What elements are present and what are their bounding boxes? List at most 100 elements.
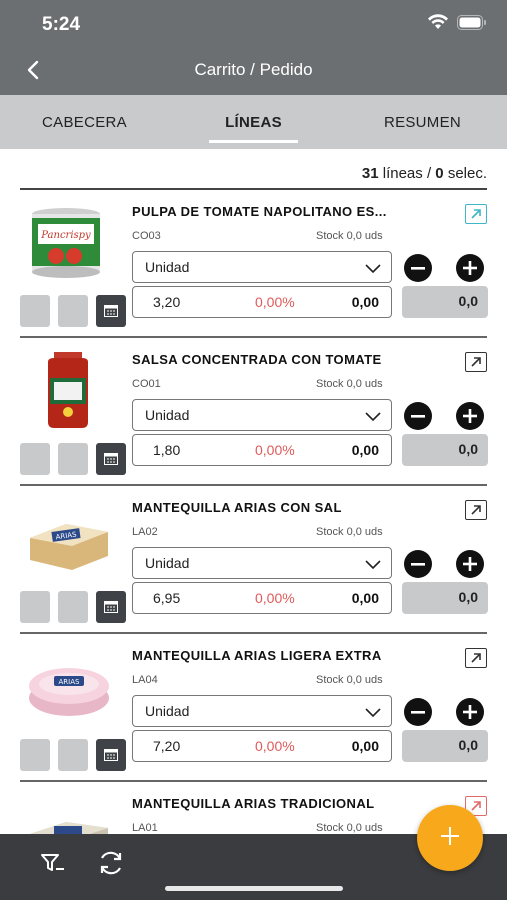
action-slot-1[interactable] xyxy=(20,295,50,327)
discount-percent: 0,00% xyxy=(255,738,295,754)
unit-select[interactable]: Unidad xyxy=(132,547,392,579)
unit-select[interactable]: Unidad xyxy=(132,399,392,431)
decrement-button[interactable] xyxy=(404,550,432,578)
battery-icon xyxy=(457,14,487,30)
home-indicator xyxy=(165,886,343,891)
refresh-icon[interactable] xyxy=(96,850,126,881)
app-root: 5:24 Carrito / Pedido CABECERA LÍNEAS RE… xyxy=(0,0,507,900)
selected-count: 0 xyxy=(435,165,444,182)
unit-value: Unidad xyxy=(145,259,190,275)
open-external-icon[interactable] xyxy=(465,204,487,224)
open-external-icon[interactable] xyxy=(465,352,487,372)
add-line-fab[interactable] xyxy=(417,805,483,871)
unit-price: 3,20 xyxy=(153,294,181,310)
line-total: 0,00 xyxy=(351,442,379,458)
product-stock: Stock 0,0 uds xyxy=(316,526,383,538)
line-total: 0,00 xyxy=(351,738,379,754)
product-stock: Stock 0,0 uds xyxy=(316,822,383,834)
lines-summary: 31 líneas / 0 selec. xyxy=(362,165,487,182)
action-slot-2[interactable] xyxy=(58,739,88,771)
chevron-down-icon xyxy=(365,261,381,277)
decrement-button[interactable] xyxy=(404,254,432,282)
product-image[interactable]: ARIAS xyxy=(26,498,112,578)
quantity-field[interactable]: 0,0 xyxy=(402,434,488,466)
action-slot-1[interactable] xyxy=(20,591,50,623)
quantity-field[interactable]: 0,0 xyxy=(402,582,488,614)
plus-icon xyxy=(441,826,459,850)
product-code: CO03 xyxy=(132,230,161,242)
wifi-icon xyxy=(427,14,449,30)
product-code: LA02 xyxy=(132,526,158,538)
svg-text:Pancrispy: Pancrispy xyxy=(40,230,91,241)
product-code: LA04 xyxy=(132,674,158,686)
product-image[interactable]: ARIAS xyxy=(26,646,112,726)
price-fields[interactable]: 1,80 0,00% 0,00 xyxy=(132,434,392,466)
unit-value: Unidad xyxy=(145,555,190,571)
tab-cabecera[interactable]: CABECERA xyxy=(0,95,169,149)
quantity-field[interactable]: 0,0 xyxy=(402,286,488,318)
svg-text:ARIAS: ARIAS xyxy=(59,678,81,686)
product-name: SALSA CONCENTRADA CON TOMATE xyxy=(132,352,382,367)
unit-price: 7,20 xyxy=(153,738,181,754)
price-fields[interactable]: 6,95 0,00% 0,00 xyxy=(132,582,392,614)
calendar-icon[interactable] xyxy=(96,739,126,771)
chevron-down-icon xyxy=(365,557,381,573)
product-stock: Stock 0,0 uds xyxy=(316,674,383,686)
chevron-down-icon xyxy=(365,705,381,721)
product-image[interactable]: Pancrispy xyxy=(26,202,112,282)
increment-button[interactable] xyxy=(456,698,484,726)
status-icons xyxy=(427,14,487,30)
decrement-button[interactable] xyxy=(404,402,432,430)
list-item: SALSA CONCENTRADA CON TOMATE CO01 Stock … xyxy=(20,338,488,486)
tab-lineas[interactable]: LÍNEAS xyxy=(169,95,338,149)
calendar-icon[interactable] xyxy=(96,443,126,475)
product-name: MANTEQUILLA ARIAS CON SAL xyxy=(132,500,342,515)
action-slot-2[interactable] xyxy=(58,443,88,475)
action-slot-2[interactable] xyxy=(58,295,88,327)
line-total: 0,00 xyxy=(351,294,379,310)
increment-button[interactable] xyxy=(456,550,484,578)
unit-select[interactable]: Unidad xyxy=(132,251,392,283)
price-fields[interactable]: 3,20 0,00% 0,00 xyxy=(132,286,392,318)
calendar-icon[interactable] xyxy=(96,591,126,623)
tab-resumen[interactable]: RESUMEN xyxy=(338,95,507,149)
unit-value: Unidad xyxy=(145,703,190,719)
quantity-field[interactable]: 0,0 xyxy=(402,730,488,762)
chevron-down-icon xyxy=(365,409,381,425)
filter-clear-icon[interactable] xyxy=(40,852,66,879)
order-lines-list: Pancrispy PULPA DE TOMATE NAPOLITANO ES.… xyxy=(0,190,507,900)
price-fields[interactable]: 7,20 0,00% 0,00 xyxy=(132,730,392,762)
action-slot-1[interactable] xyxy=(20,443,50,475)
selected-label: selec. xyxy=(447,165,487,182)
product-image[interactable] xyxy=(26,350,112,430)
product-stock: Stock 0,0 uds xyxy=(316,378,383,390)
increment-button[interactable] xyxy=(456,402,484,430)
lines-count: 31 xyxy=(361,165,379,182)
product-stock: Stock 0,0 uds xyxy=(316,230,383,242)
decrement-button[interactable] xyxy=(404,698,432,726)
discount-percent: 0,00% xyxy=(255,590,295,606)
product-code: LA01 xyxy=(132,822,158,834)
page-title: Carrito / Pedido xyxy=(194,60,313,79)
action-slot-1[interactable] xyxy=(20,739,50,771)
list-item: ARIAS MANTEQUILLA ARIAS LIGERA EXTRA LA0… xyxy=(20,634,488,782)
product-code: CO01 xyxy=(132,378,161,390)
unit-select[interactable]: Unidad xyxy=(132,695,392,727)
tab-bar: CABECERA LÍNEAS RESUMEN xyxy=(0,95,507,149)
action-slot-2[interactable] xyxy=(58,591,88,623)
lines-label: líneas / xyxy=(382,165,432,182)
open-external-icon[interactable] xyxy=(465,648,487,668)
product-name: MANTEQUILLA ARIAS TRADICIONAL xyxy=(132,796,375,811)
unit-value: Unidad xyxy=(145,407,190,423)
increment-button[interactable] xyxy=(456,254,484,282)
product-name: PULPA DE TOMATE NAPOLITANO ES... xyxy=(132,204,387,219)
list-item: Pancrispy PULPA DE TOMATE NAPOLITANO ES.… xyxy=(20,190,488,338)
status-time: 5:24 xyxy=(42,14,81,35)
calendar-icon[interactable] xyxy=(96,295,126,327)
product-name: MANTEQUILLA ARIAS LIGERA EXTRA xyxy=(132,648,382,663)
discount-percent: 0,00% xyxy=(255,294,295,310)
list-item: ARIAS MANTEQUILLA ARIAS CON SAL LA02 Sto… xyxy=(20,486,488,634)
line-total: 0,00 xyxy=(351,590,379,606)
open-external-icon[interactable] xyxy=(465,500,487,520)
unit-price: 1,80 xyxy=(153,442,181,458)
